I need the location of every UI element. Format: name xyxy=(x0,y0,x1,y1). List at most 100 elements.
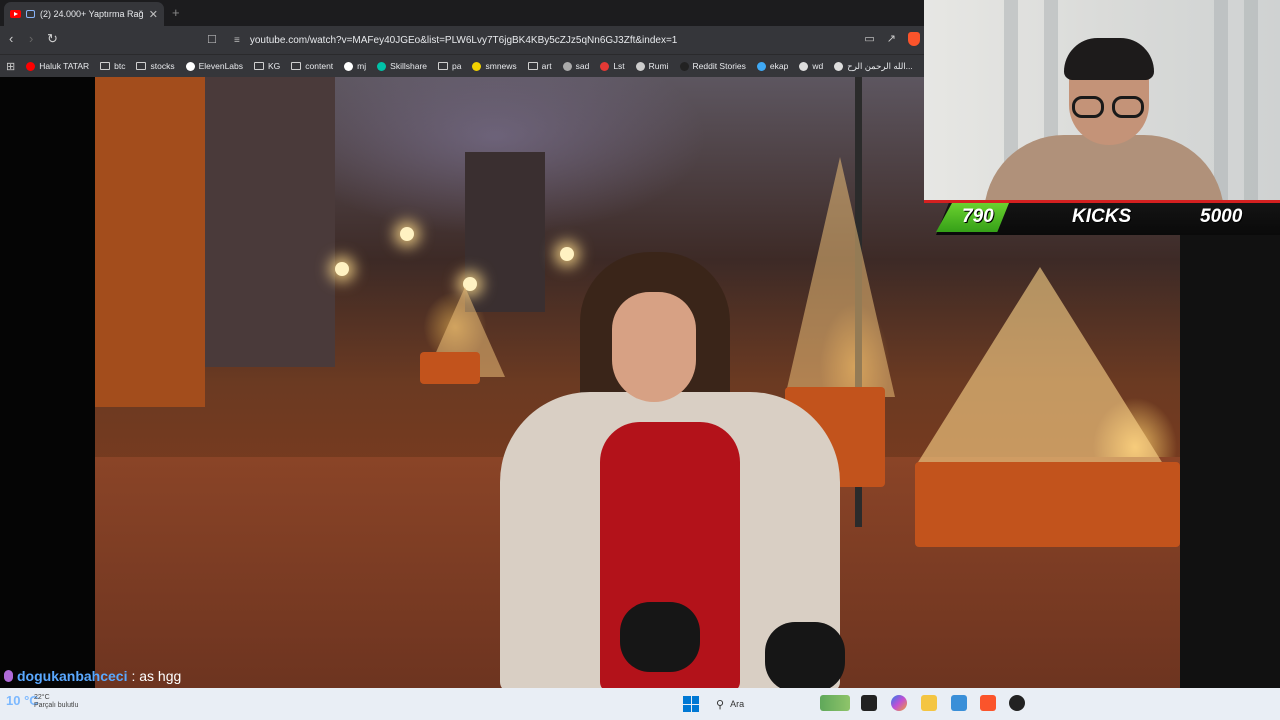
folder-icon xyxy=(527,62,538,70)
bookmark-item[interactable]: Lst xyxy=(600,61,625,71)
elevenlabs-icon xyxy=(185,61,195,71)
bird-icon xyxy=(756,61,766,71)
app-icon[interactable] xyxy=(1009,695,1025,711)
windows-start-icon[interactable] xyxy=(683,696,699,712)
bookmark-item[interactable]: ekap xyxy=(756,61,789,71)
bookmark-label: sad xyxy=(575,61,590,71)
kicks-current: 790 xyxy=(962,206,994,227)
bookmark-label: wd xyxy=(812,61,824,71)
webcam-overlay xyxy=(924,0,1280,200)
rumi-icon xyxy=(635,61,645,71)
tab-bar: (2) 24.000+ Yaptırma Rağmen ✕ + xyxy=(0,0,924,26)
bookmark-item[interactable]: stocks xyxy=(136,61,175,71)
youtube-icon xyxy=(26,61,36,71)
mic-badge-icon xyxy=(4,670,13,682)
bookmark-item[interactable]: sad xyxy=(562,61,590,71)
bookmark-label: smnews xyxy=(485,61,517,71)
bookmark-label: content xyxy=(305,61,334,71)
folder-icon xyxy=(100,62,111,70)
chat-text: : as hgg xyxy=(131,668,182,684)
bookmark-label: stocks xyxy=(150,61,175,71)
bookmark-label: Skillshare xyxy=(390,61,428,71)
youtube-icon xyxy=(10,10,21,18)
brave-shield-icon[interactable] xyxy=(908,32,920,46)
file-explorer-icon[interactable] xyxy=(921,695,937,711)
smiley-icon xyxy=(472,61,482,71)
kicks-label: KICKS xyxy=(1072,206,1132,227)
bookmark-item[interactable]: Skillshare xyxy=(377,61,427,71)
bookmark-item[interactable]: content xyxy=(291,61,333,71)
folder-icon xyxy=(136,62,147,70)
site-info-icon[interactable]: ≡ xyxy=(234,35,240,46)
chat-username: dogukanbahceci xyxy=(17,668,128,684)
audio-icon[interactable] xyxy=(26,10,35,18)
folder-icon xyxy=(254,62,264,70)
close-tab-icon[interactable]: ✕ xyxy=(149,8,158,21)
tab-youtube[interactable]: (2) 24.000+ Yaptırma Rağmen ✕ xyxy=(4,2,164,26)
bookmark-item[interactable]: Rumi xyxy=(635,61,669,71)
tab-title: (2) 24.000+ Yaptırma Rağmen xyxy=(40,9,144,19)
chat-message: dogukanbahceci : as hgg xyxy=(4,666,181,686)
copilot-icon[interactable] xyxy=(891,695,907,711)
bookmark-item[interactable]: smnews xyxy=(472,61,517,71)
bookmark-label: Rumi xyxy=(648,61,669,71)
folder-icon xyxy=(291,62,302,70)
weather-detail-1: 22°C xyxy=(34,694,50,701)
cast-icon[interactable]: ▭ xyxy=(864,32,874,46)
bookmark-label: الله الرحمن الرح... xyxy=(847,60,913,71)
bookmark-label: ElevenLabs xyxy=(198,61,243,71)
weather-detail-2: Parçalı bulutlu xyxy=(34,702,79,709)
bookmark-label: KG xyxy=(268,61,281,71)
slash-icon xyxy=(562,61,572,71)
bookmark-item[interactable]: KG xyxy=(254,61,280,71)
bookmarks-bar: ⊞ Haluk TATAR btc stocks ElevenLabs KG conten… xyxy=(0,54,924,77)
browser-window: (2) 24.000+ Yaptırma Rağmen ✕ + ‹ › ↻ □ … xyxy=(0,0,924,77)
bookmark-label: Reddit Stories xyxy=(692,61,746,71)
windows-taskbar: 10 °C 22°C Parçalı bulutlu ⚲ Ara xyxy=(0,688,1280,720)
bookmark-item[interactable]: Haluk TATAR xyxy=(26,61,89,71)
task-view-icon[interactable] xyxy=(861,695,877,711)
bookmark-label: Haluk TATAR xyxy=(39,61,90,71)
bookmark-label: ekap xyxy=(769,61,789,71)
bookmark-item[interactable]: الله الرحمن الرح... xyxy=(834,61,913,72)
folder-icon xyxy=(438,62,449,70)
back-button[interactable]: ‹ xyxy=(9,32,13,46)
search-label: Ara xyxy=(730,699,745,709)
skillshare-icon xyxy=(377,61,387,71)
address-bar[interactable]: ≡ youtube.com/watch?v=MAFey40JGEo&list=P… xyxy=(228,30,918,50)
weather-widget[interactable]: 10 °C 22°C Parçalı bulutlu xyxy=(6,692,78,710)
bookmark-item[interactable]: mj xyxy=(344,61,366,71)
bookmark-item[interactable]: btc xyxy=(100,61,125,71)
kicks-goal-bar: 790 KICKS 5000 xyxy=(924,200,1280,235)
left-dark-strip xyxy=(0,77,95,688)
forward-button[interactable]: › xyxy=(29,32,33,46)
new-tab-button[interactable]: + xyxy=(172,5,180,20)
bookmark-item[interactable]: wd xyxy=(799,61,823,71)
bookmark-item[interactable]: art xyxy=(527,61,552,71)
bookmark-item[interactable]: Reddit Stories xyxy=(679,61,746,71)
apps-grid-icon[interactable]: ⊞ xyxy=(6,60,15,73)
reload-button[interactable]: ↻ xyxy=(47,32,58,46)
wd-icon xyxy=(799,61,809,71)
bookmark-label: pa xyxy=(452,61,462,71)
brave-browser-icon[interactable] xyxy=(980,695,996,711)
share-icon[interactable]: ↗ xyxy=(887,32,896,46)
book-icon xyxy=(834,61,844,71)
url-text: youtube.com/watch?v=MAFey40JGEo&list=PLW… xyxy=(249,34,678,46)
right-side-panel xyxy=(1180,235,1280,688)
widget-thumbnail-icon[interactable] xyxy=(820,695,850,711)
bookmark-item[interactable]: ElevenLabs xyxy=(185,61,243,71)
kicks-goal: 5000 xyxy=(1200,206,1243,227)
bookmark-icon[interactable]: □ xyxy=(208,32,216,46)
navigation-bar: ‹ › ↻ □ ≡ youtube.com/watch?v=MAFey40JGE… xyxy=(0,26,924,54)
bookmark-label: mj xyxy=(357,61,367,71)
bookmark-label: btc xyxy=(114,61,126,71)
toolbar-icons: ▭ ↗ xyxy=(864,32,920,46)
reddit-icon xyxy=(679,61,689,71)
github-icon xyxy=(344,61,354,71)
search-icon: ⚲ xyxy=(716,698,725,711)
snipping-tool-icon[interactable] xyxy=(951,695,967,711)
bookmark-item[interactable]: pa xyxy=(438,61,461,71)
bookmark-label: art xyxy=(541,61,552,71)
s-icon xyxy=(600,61,610,71)
